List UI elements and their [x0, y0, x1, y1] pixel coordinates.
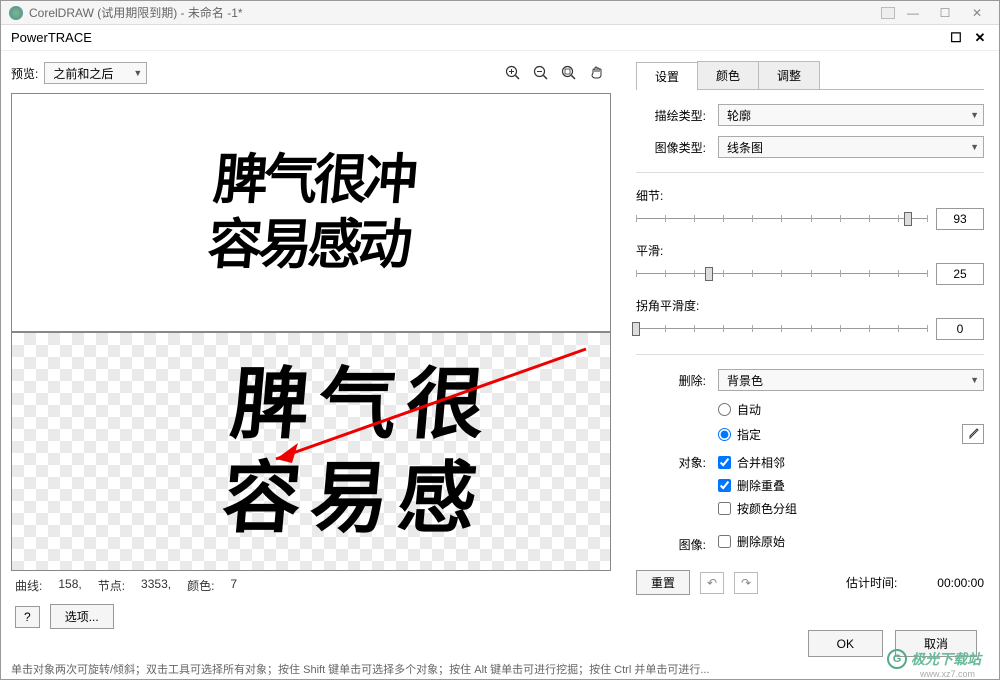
- status-hint: 单击对象两次可旋转/倾斜；双击工具可选择所有对象；按住 Shift 键单击可选择…: [11, 661, 989, 677]
- detail-slider[interactable]: [636, 210, 928, 228]
- dialog-title: PowerTRACE: [11, 30, 92, 45]
- est-time-label: 估计时间:: [846, 574, 897, 591]
- dialog-maximize-button[interactable]: ☐: [947, 30, 965, 46]
- preview-panel: 脾气很冲 容易感动 脾 气 很 容 易 感: [11, 93, 611, 571]
- settings-tabs: 设置 颜色 调整: [636, 61, 984, 90]
- preview-mode-value: 之前和之后: [53, 65, 113, 82]
- preview-label: 预览:: [11, 65, 38, 82]
- nodes-value: 3353,: [141, 577, 171, 594]
- chevron-down-icon: ▼: [133, 68, 142, 78]
- chevron-down-icon: ▼: [970, 110, 979, 120]
- colors-value: 7: [230, 577, 237, 594]
- app-icon: [9, 6, 23, 20]
- remove-specify-radio[interactable]: [718, 428, 731, 441]
- chevron-down-icon: ▼: [970, 142, 979, 152]
- trace-type-combo[interactable]: 轮廓▼: [718, 104, 984, 126]
- zoom-in-icon[interactable]: [502, 62, 524, 84]
- remove-auto-radio[interactable]: [718, 403, 731, 416]
- merge-adjacent-checkbox[interactable]: [718, 456, 731, 469]
- remove-overlap-checkbox[interactable]: [718, 479, 731, 492]
- reset-button[interactable]: 重置: [636, 570, 690, 595]
- image-opt-label: 图像:: [636, 536, 706, 553]
- window-minimize-button[interactable]: —: [899, 5, 927, 21]
- corner-slider[interactable]: [636, 320, 928, 338]
- smooth-value[interactable]: 25: [936, 263, 984, 285]
- remove-combo[interactable]: 背景色▼: [718, 369, 984, 391]
- zoom-out-icon[interactable]: [530, 62, 552, 84]
- dialog-close-button[interactable]: ✕: [971, 30, 989, 46]
- options-button[interactable]: 选项...: [50, 604, 114, 629]
- colors-label: 颜色:: [187, 577, 214, 594]
- sample-text-before: 脾气很冲 容易感动: [205, 148, 416, 278]
- image-type-combo[interactable]: 线条图▼: [718, 136, 984, 158]
- detail-label: 细节:: [636, 187, 984, 204]
- cancel-button[interactable]: 取消: [895, 630, 977, 657]
- delete-original-checkbox[interactable]: [718, 535, 731, 548]
- color-picker-button[interactable]: [962, 424, 984, 444]
- smooth-slider[interactable]: [636, 265, 928, 283]
- chevron-down-icon: ▼: [970, 375, 979, 385]
- app-title: CorelDRAW (试用期限到期) - 未命名 -1*: [29, 4, 243, 21]
- est-time-value: 00:00:00: [937, 576, 984, 590]
- tab-settings[interactable]: 设置: [636, 62, 698, 90]
- window-maximize-button[interactable]: ☐: [931, 5, 959, 21]
- remove-specify-label: 指定: [737, 426, 761, 443]
- smooth-label: 平滑:: [636, 242, 984, 259]
- nodes-label: 节点:: [98, 577, 125, 594]
- corner-value[interactable]: 0: [936, 318, 984, 340]
- preview-before[interactable]: 脾气很冲 容易感动: [12, 94, 610, 333]
- corner-label: 拐角平滑度:: [636, 297, 984, 314]
- zoom-fit-icon[interactable]: [558, 62, 580, 84]
- pan-hand-icon[interactable]: [586, 62, 608, 84]
- tab-colors[interactable]: 颜色: [697, 61, 759, 89]
- preview-after[interactable]: 脾 气 很 容 易 感: [12, 333, 610, 570]
- preview-mode-combo[interactable]: 之前和之后 ▼: [44, 62, 147, 84]
- remove-label: 删除:: [636, 372, 706, 389]
- app-titlebar: CorelDRAW (试用期限到期) - 未命名 -1* — ☐ ✕: [1, 1, 999, 25]
- group-by-color-checkbox[interactable]: [718, 502, 731, 515]
- object-label: 对象:: [636, 454, 706, 471]
- image-type-label: 图像类型:: [636, 139, 706, 156]
- sample-text-after: 脾 气 很 容 易 感: [219, 358, 483, 545]
- help-button[interactable]: ?: [15, 606, 40, 628]
- stats-bar: 曲线: 158, 节点: 3353, 颜色: 7: [11, 571, 611, 600]
- tab-adjust[interactable]: 调整: [758, 61, 820, 89]
- trace-type-label: 描绘类型:: [636, 107, 706, 124]
- curves-value: 158,: [58, 577, 81, 594]
- curves-label: 曲线:: [15, 577, 42, 594]
- window-close-button[interactable]: ✕: [963, 5, 991, 21]
- ok-button[interactable]: OK: [808, 630, 883, 657]
- dialog-titlebar: PowerTRACE ☐ ✕: [1, 25, 999, 51]
- redo-icon[interactable]: ↷: [734, 572, 758, 594]
- undo-icon[interactable]: ↶: [700, 572, 724, 594]
- remove-auto-label: 自动: [737, 401, 761, 418]
- window-restore-small-icon[interactable]: [881, 7, 895, 19]
- detail-value[interactable]: 93: [936, 208, 984, 230]
- preview-toolbar: 预览: 之前和之后 ▼: [11, 59, 611, 87]
